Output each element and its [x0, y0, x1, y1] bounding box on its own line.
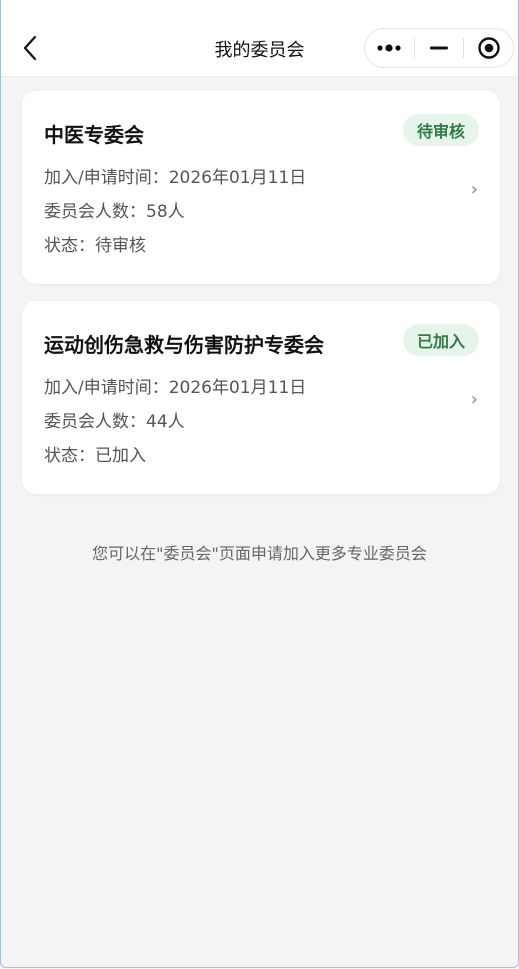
status-text: 状态：待审核	[44, 236, 146, 256]
committee-name: 中医专委会	[44, 123, 144, 147]
committee-name: 运动创伤急救与伤害防护专委会	[44, 333, 324, 357]
chevron-right-icon: ›	[470, 179, 478, 200]
status-badge: 待审核	[402, 114, 479, 146]
minimize-button[interactable]	[415, 29, 464, 67]
committee-card[interactable]: 运动创伤急救与伤害防护专委会 已加入 加入/申请时间：2026年01月11日 委…	[22, 301, 500, 494]
join-time: 加入/申请时间：2026年01月11日	[44, 378, 307, 398]
status-text: 状态：已加入	[44, 446, 146, 466]
committee-card[interactable]: 中医专委会 待审核 加入/申请时间：2026年01月11日 委员会人数：58人 …	[22, 91, 500, 284]
member-count: 委员会人数：44人	[44, 412, 185, 432]
member-count: 委员会人数：58人	[44, 202, 185, 222]
footer-tip: 您可以在"委员会"页面申请加入更多专业委员会	[92, 544, 427, 563]
close-button[interactable]	[464, 29, 513, 67]
target-circle-icon	[477, 37, 500, 59]
join-time: 加入/申请时间：2026年01月11日	[44, 168, 307, 188]
nav-bar: 我的委员会	[0, 0, 519, 77]
status-badge: 已加入	[402, 324, 479, 356]
mini-program-capsule	[364, 28, 514, 68]
minus-icon	[430, 46, 448, 50]
more-dots-icon	[377, 44, 401, 52]
chevron-right-icon: ›	[470, 389, 478, 410]
more-button[interactable]	[365, 29, 414, 67]
